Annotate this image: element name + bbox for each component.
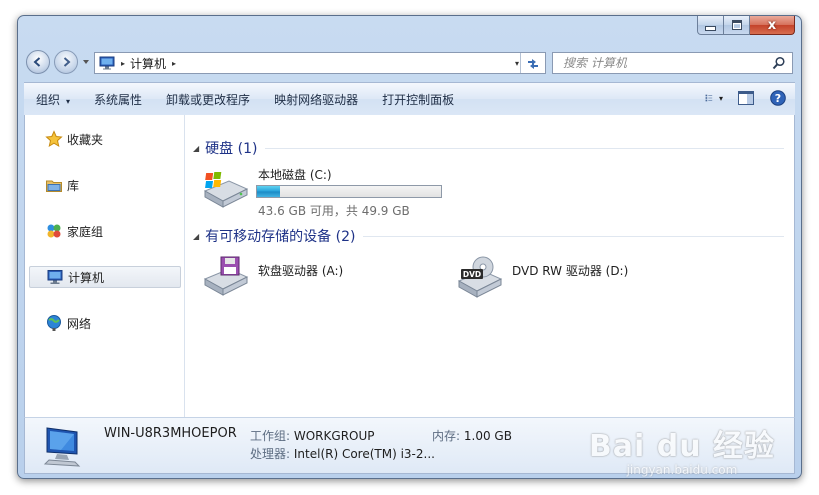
refresh-button[interactable] (520, 53, 545, 73)
memory-label: 内存: (432, 429, 461, 443)
maximize-icon (731, 20, 742, 30)
view-controls: ▾ ? (691, 89, 787, 107)
computer-icon (47, 270, 63, 284)
group-title: 硬盘 (1) (205, 141, 258, 157)
back-button[interactable] (26, 50, 50, 74)
preview-pane-button[interactable] (737, 89, 755, 107)
search-icon[interactable] (772, 56, 786, 70)
watermark-logo: Bai du 经验 (588, 429, 775, 464)
group-title: 有可移动存储的设备 (2) (205, 229, 356, 245)
nav-item-label: 收藏夹 (67, 132, 104, 147)
organize-label: 组织 (36, 92, 61, 107)
floppy-drive-icon (203, 256, 249, 296)
address-bar[interactable]: ▸ 计算机 ▸ ▾ (94, 52, 546, 74)
change-view-button[interactable]: ▾ (705, 89, 723, 107)
breadcrumb-trailing-separator-icon[interactable]: ▸ (172, 59, 176, 68)
drive-name: DVD RW 驱动器 (D:) (512, 264, 629, 278)
computer-icon (43, 427, 81, 467)
minimize-icon (705, 25, 716, 31)
content-area: 收藏夹 库 家庭组 计算机 网络 ◢ 硬盘 (1) 本地磁盘 (C:) 43.6… (24, 115, 795, 417)
library-icon (46, 180, 62, 192)
breadcrumb-separator-icon[interactable]: ▸ (121, 59, 125, 68)
homegroup-icon (47, 224, 61, 238)
navigation-bar: ▸ 计算机 ▸ ▾ (24, 48, 795, 78)
uninstall-program-button[interactable]: 卸载或更改程序 (154, 91, 262, 108)
collapse-triangle-icon[interactable]: ◢ (193, 144, 199, 153)
file-view: ◢ 硬盘 (1) 本地磁盘 (C:) 43.6 GB 可用，共 49.9 GB … (185, 115, 794, 417)
computer-icon (99, 56, 115, 70)
nav-item-label: 库 (67, 178, 80, 193)
search-box[interactable] (552, 52, 793, 74)
memory-value: 1.00 GB (463, 429, 512, 443)
dvd-drive-icon: DVD (457, 256, 503, 298)
navigation-pane: 收藏夹 库 家庭组 计算机 网络 (25, 115, 185, 417)
minimize-button[interactable] (697, 16, 724, 35)
drive-name: 软盘驱动器 (A:) (258, 264, 344, 278)
help-button[interactable]: ? (769, 89, 787, 107)
view-dropdown-icon: ▾ (718, 93, 723, 103)
drive-usage-fill (257, 186, 281, 197)
close-icon: x (767, 17, 777, 33)
workgroup-label: 工作组: (250, 429, 291, 443)
system-properties-button[interactable]: 系统属性 (82, 91, 154, 108)
preview-pane-icon (738, 91, 754, 105)
arrow-left-icon (33, 57, 41, 67)
explorer-window: x ▸ 计算机 ▸ ▾ 搜索 计算机 组织 ▾ 系统属性 卸载或更改程序 映射网… (17, 15, 802, 479)
organize-dropdown-icon: ▾ (66, 96, 71, 106)
collapse-triangle-icon[interactable]: ◢ (193, 232, 199, 241)
maximize-button[interactable] (724, 16, 750, 35)
computer-name: WIN-U8R3MHOEPOR (104, 426, 237, 441)
nav-item-label: 家庭组 (67, 224, 104, 239)
address-dropdown-icon[interactable]: ▾ (515, 59, 519, 68)
group-header-hard-disks[interactable]: ◢ 硬盘 (1) (193, 138, 784, 158)
caption-buttons: x (697, 16, 795, 35)
drive-usage-bar (256, 185, 442, 198)
group-divider (265, 147, 784, 149)
organize-menu[interactable]: 组织 ▾ (24, 91, 82, 108)
group-header-removable[interactable]: ◢ 有可移动存储的设备 (2) (193, 226, 784, 246)
view-list-icon (705, 94, 713, 102)
star-icon (45, 130, 63, 148)
nav-item-homegroup[interactable]: 家庭组 (29, 220, 181, 242)
arrow-right-icon (63, 57, 71, 67)
nav-item-network[interactable]: 网络 (29, 312, 181, 334)
network-icon (47, 315, 61, 331)
processor-info: 处理器: Intel(R) Core(TM) i3-2... (250, 445, 435, 462)
baidu-watermark: Bai du 经验 jingyan.baidu.com (589, 421, 775, 477)
memory-info: 内存: 1.00 GB (432, 427, 512, 444)
map-network-drive-button[interactable]: 映射网络驱动器 (262, 91, 370, 108)
nav-item-libraries[interactable]: 库 (29, 174, 181, 196)
refresh-icon (528, 59, 538, 69)
forward-button[interactable] (54, 50, 78, 74)
recent-pages-chevron-icon[interactable] (82, 58, 90, 66)
processor-label: 处理器: (250, 447, 291, 461)
nav-item-label: 计算机 (68, 270, 105, 285)
dvd-label: DVD (463, 270, 481, 279)
watermark-url: jingyan.baidu.com (626, 463, 738, 477)
nav-item-favorites[interactable]: 收藏夹 (29, 128, 181, 150)
processor-value: Intel(R) Core(TM) i3-2... (293, 447, 435, 461)
open-control-panel-button[interactable]: 打开控制面板 (370, 91, 466, 108)
search-input[interactable] (561, 55, 765, 71)
group-divider (363, 235, 784, 237)
workgroup-info: 工作组: WORKGROUP (250, 427, 375, 444)
drive-free-space: 43.6 GB 可用，共 49.9 GB (258, 204, 410, 218)
workgroup-value: WORKGROUP (293, 429, 375, 443)
command-bar: 组织 ▾ 系统属性 卸载或更改程序 映射网络驱动器 打开控制面板 ▾ ? (24, 82, 795, 116)
nav-item-label: 网络 (67, 316, 92, 331)
breadcrumb-computer[interactable]: 计算机 (130, 55, 166, 72)
nav-item-computer[interactable]: 计算机 (29, 266, 181, 288)
help-icon: ? (770, 90, 786, 106)
hard-disk-icon (203, 172, 249, 208)
svg-text:?: ? (775, 92, 781, 105)
drive-name: 本地磁盘 (C:) (258, 168, 332, 182)
close-button[interactable]: x (750, 16, 795, 35)
